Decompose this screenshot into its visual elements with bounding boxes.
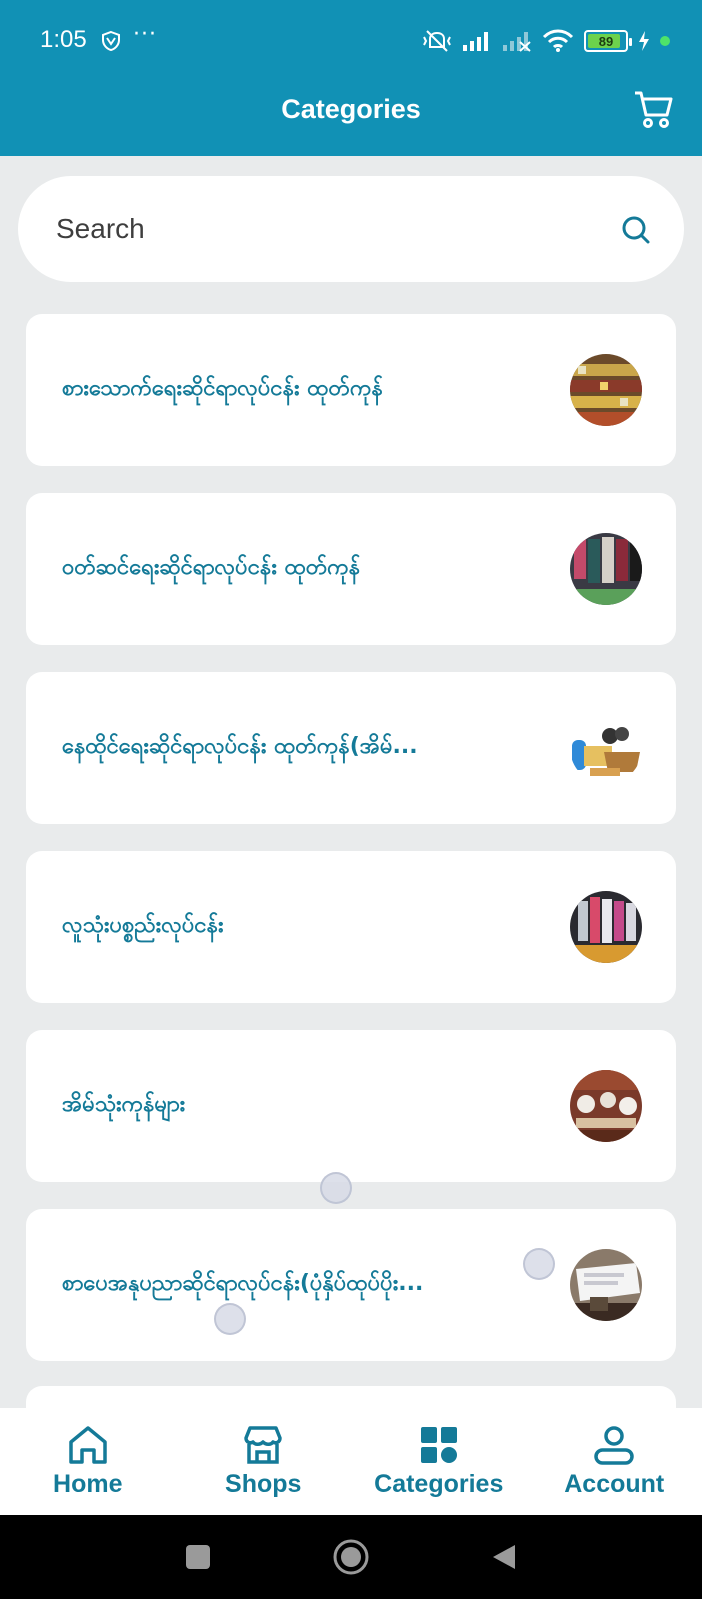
nav-account[interactable]: Account [527, 1408, 702, 1515]
no-signal-icon [503, 32, 531, 52]
recents-button[interactable] [178, 1537, 218, 1577]
category-label: ဝတ်ဆင်ရေးဆိုင်ရာလုပ်ငန်း ထုတ်ကုန် [62, 555, 361, 580]
nav-shops-label: Shops [225, 1470, 302, 1498]
consumer-goods-thumbnail [570, 891, 642, 963]
shop-icon [244, 1426, 282, 1464]
printing-thumbnail [570, 1249, 642, 1321]
privacy-indicator-dot [660, 36, 670, 46]
touch-ripple [523, 1248, 555, 1280]
battery-icon: 89 [584, 30, 632, 52]
status-bar: 1:05 ··· 89 [0, 0, 702, 80]
nav-home-label: Home [53, 1470, 123, 1498]
square-icon [186, 1545, 210, 1569]
home-icon [69, 1426, 107, 1464]
nav-account-label: Account [564, 1470, 665, 1498]
nav-categories[interactable]: Categories [351, 1408, 527, 1515]
bottom-navigation: Home Shops Categories Account [0, 1408, 702, 1515]
food-store-thumbnail [570, 354, 642, 426]
category-list: စားသောက်ရေးဆိုင်ရာလုပ်ငန်း ထုတ်ကုန် ဝတ်ဆ… [26, 314, 676, 1388]
search-bar [18, 176, 684, 282]
mute-vibrate-icon [423, 30, 451, 52]
home-system-button[interactable] [331, 1537, 371, 1577]
category-card[interactable]: လူသုံးပစ္စည်းလုပ်ငန်း [26, 851, 676, 1003]
user-icon [594, 1426, 634, 1465]
page-title: Categories [281, 94, 421, 124]
category-label: စားသောက်ရေးဆိုင်ရာလုပ်ငန်း ထုတ်ကုန် [62, 376, 383, 401]
cart-icon [635, 91, 673, 128]
vpn-shield-icon [102, 30, 120, 52]
grid-icon [420, 1427, 457, 1463]
category-label: နေထိုင်ရေးဆိုင်ရာလုပ်ငန်း ထုတ်ကုန်(အိမ်.… [62, 734, 418, 759]
building-materials-thumbnail [570, 712, 642, 784]
category-label: လူသုံးပစ္စည်းလုပ်ငန်း [62, 913, 224, 938]
category-card[interactable]: အိမ်သုံးကုန်များ [26, 1030, 676, 1182]
cart-button[interactable] [632, 88, 676, 132]
battery-percent: 89 [598, 33, 614, 49]
clothing-store-thumbnail [570, 533, 642, 605]
app-screen: 1:05 ··· 89 Categories Search စားသောက်ရေ… [0, 0, 702, 1599]
category-card[interactable]: ဝတ်ဆင်ရေးဆိုင်ရာလုပ်ငန်း ထုတ်ကုန် [26, 493, 676, 645]
back-triangle-icon [493, 1545, 515, 1569]
status-more-dots: ··· [133, 22, 157, 47]
charging-bolt-icon [639, 31, 649, 51]
status-time: 1:05 [40, 26, 87, 53]
signal-strength-icon [463, 32, 488, 51]
system-navigation-bar [0, 1515, 702, 1599]
nav-categories-label: Categories [374, 1470, 504, 1498]
touch-ripple [214, 1303, 246, 1335]
status-icons: 89 [422, 28, 670, 54]
category-card[interactable]: စာပေအနုပညာဆိုင်ရာလုပ်ငန်း(ပုံနှိပ်ထုပ်ပိ… [26, 1209, 676, 1361]
circle-home-icon [333, 1539, 369, 1575]
household-goods-thumbnail [570, 1070, 642, 1142]
nav-home[interactable]: Home [0, 1408, 176, 1515]
search-input[interactable] [54, 176, 594, 282]
search-icon[interactable] [620, 214, 652, 246]
nav-shops[interactable]: Shops [176, 1408, 352, 1515]
category-label: အိမ်သုံးကုန်များ [62, 1092, 186, 1117]
touch-ripple [320, 1172, 352, 1204]
category-card[interactable]: စားသောက်ရေးဆိုင်ရာလုပ်ငန်း ထုတ်ကုန် [26, 314, 676, 466]
category-label: စာပေအနုပညာဆိုင်ရာလုပ်ငန်း(ပုံနှိပ်ထုပ်ပိ… [62, 1271, 424, 1296]
wifi-icon [542, 29, 574, 52]
app-header: 1:05 ··· 89 Categories [0, 0, 702, 156]
category-card[interactable]: နေထိုင်ရေးဆိုင်ရာလုပ်ငန်း ထုတ်ကုန်(အိမ်.… [26, 672, 676, 824]
back-button[interactable] [484, 1537, 524, 1577]
